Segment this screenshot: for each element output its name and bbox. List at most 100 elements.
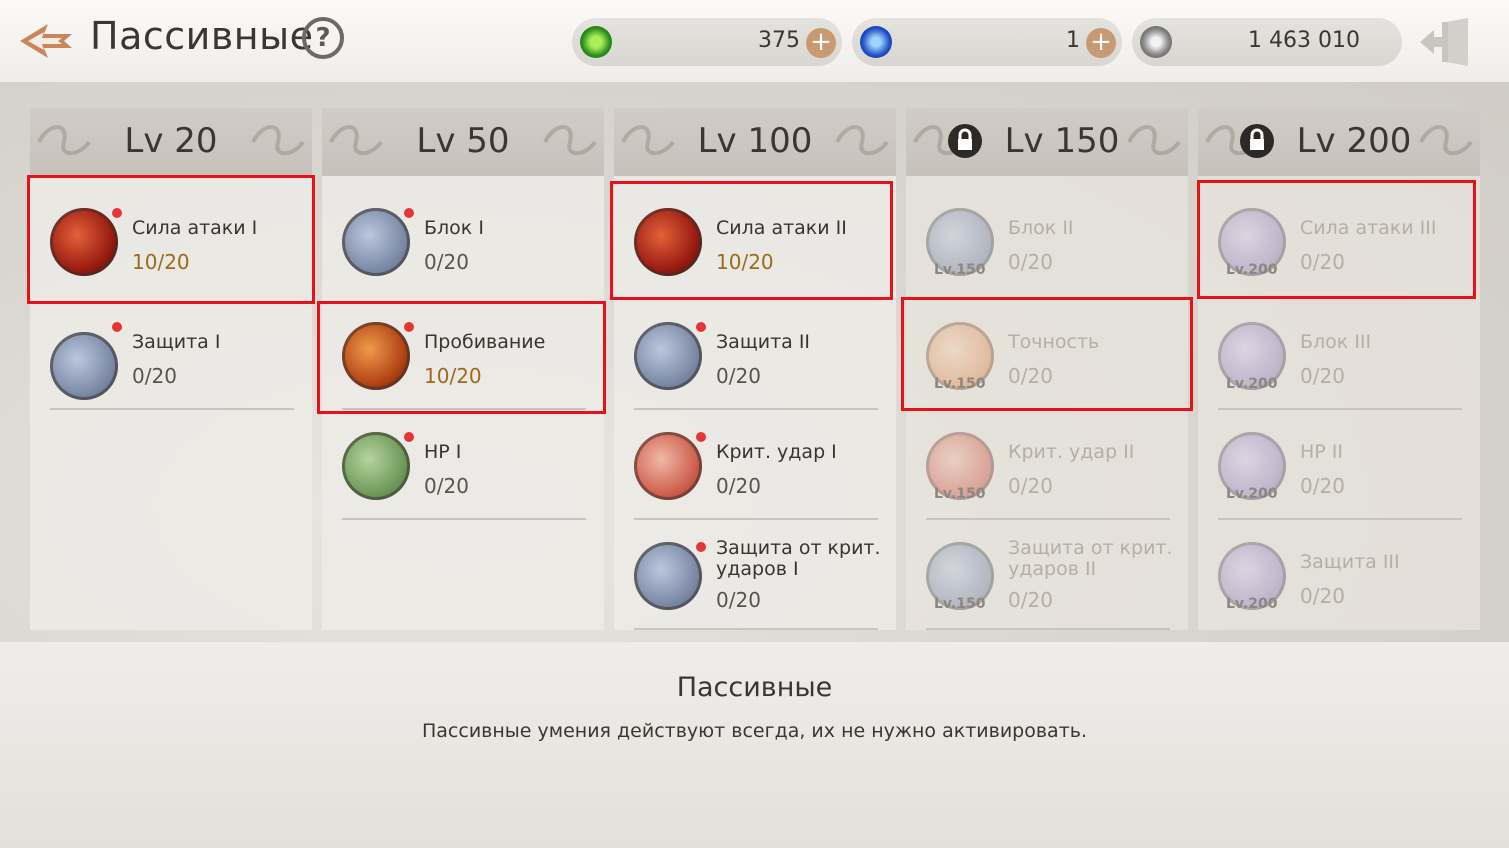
- skill-progress: 10/20: [132, 250, 190, 274]
- currency-blue: 1 +: [852, 18, 1122, 66]
- level-label: Lv 100: [697, 121, 813, 161]
- skill-name: Защита от крит. ударов II: [1008, 537, 1173, 580]
- add-green-currency-button[interactable]: +: [806, 28, 836, 58]
- ornament-icon: [835, 125, 889, 156]
- skill-name: Пробивание: [424, 331, 546, 353]
- level-requirement-tag: Lv.200: [1226, 376, 1278, 392]
- level-label: Lv 50: [416, 121, 510, 161]
- skill-crit-1[interactable]: Крит. удар I 0/20: [614, 410, 896, 520]
- lock-icon: [1240, 124, 1274, 158]
- page-title: Пассивные: [90, 14, 314, 58]
- skill-defense-2[interactable]: Защита II 0/20: [614, 300, 896, 410]
- silver-coin-icon: [1140, 26, 1172, 58]
- skill-progress: 0/20: [424, 474, 469, 498]
- skill-progress: 0/20: [1008, 250, 1053, 274]
- level-requirement-tag: Lv.150: [934, 262, 986, 278]
- shield-lock-icon: [50, 332, 118, 400]
- description-title: Пассивные: [676, 672, 833, 703]
- level-label: Lv 150: [1004, 121, 1120, 161]
- skill-crit-defense-1[interactable]: Защита от крит. ударов I 0/20: [614, 520, 896, 630]
- skill-progress: 0/20: [1008, 474, 1053, 498]
- skill-progress: 0/20: [1008, 364, 1053, 388]
- currency-green: 375 +: [572, 18, 842, 66]
- exit-door-icon[interactable]: [1416, 16, 1472, 68]
- sword-icon: [634, 208, 702, 276]
- skill-progress: 0/20: [716, 474, 761, 498]
- ornament-icon: [543, 125, 597, 156]
- skill-progress: 0/20: [1008, 588, 1053, 612]
- skill-block-1[interactable]: Блок I 0/20: [322, 176, 604, 286]
- skill-block-3[interactable]: Lv.200 Блок III 0/20: [1198, 300, 1480, 410]
- skill-defense-1[interactable]: Защита I 0/20: [30, 300, 312, 410]
- sword-icon: [50, 208, 118, 276]
- level-label: Lv 20: [124, 121, 218, 161]
- skill-accuracy[interactable]: Lv.150 Точность 0/20: [906, 300, 1188, 410]
- currency-blue-value: 1: [1066, 28, 1080, 53]
- leaf-lock-icon: [342, 432, 410, 500]
- skill-name: HP II: [1300, 441, 1343, 463]
- level-column-200: Lv 200 Lv.200 Сила атаки III 0/20 Lv.200…: [1198, 108, 1480, 630]
- description-text: Пассивные умения действуют всегда, их не…: [422, 720, 1087, 742]
- new-indicator-dot: [696, 322, 706, 332]
- top-bar: Пассивные ? 375 + 1 + 1 463 010: [0, 0, 1509, 82]
- divider: [342, 518, 586, 520]
- skill-name: Защита III: [1300, 551, 1400, 573]
- new-indicator-dot: [696, 432, 706, 442]
- skill-name: Точность: [1008, 331, 1100, 353]
- level-label: Lv 200: [1296, 121, 1412, 161]
- skill-hp-2[interactable]: Lv.200 HP II 0/20: [1198, 410, 1480, 520]
- skill-progress: 0/20: [1300, 364, 1345, 388]
- shield-lock-icon: [342, 208, 410, 276]
- currency-silver-value: 1 463 010: [1248, 28, 1360, 53]
- skill-attack-1[interactable]: Сила атаки I 10/20: [30, 176, 312, 286]
- crit-lock-icon: [634, 432, 702, 500]
- level-column-100: Lv 100 Сила атаки II 10/20 Защита II 0/2…: [614, 108, 896, 630]
- level-requirement-tag: Lv.200: [1226, 262, 1278, 278]
- new-indicator-dot: [696, 542, 706, 552]
- skill-progress: 0/20: [716, 588, 761, 612]
- new-indicator-dot: [404, 208, 414, 218]
- divider: [634, 628, 878, 630]
- currency-green-value: 375: [758, 28, 800, 53]
- skill-hp-1[interactable]: HP I 0/20: [322, 410, 604, 520]
- help-button[interactable]: ?: [302, 17, 344, 59]
- green-swirl-currency-icon: [580, 26, 612, 58]
- skill-progress: 0/20: [716, 364, 761, 388]
- level-column-150: Lv 150 Lv.150 Блок II 0/20 Lv.150 Точнос…: [906, 108, 1188, 630]
- lock-icon: [948, 124, 982, 158]
- skill-name: Блок I: [424, 217, 484, 239]
- skill-name: Защита от крит. ударов I: [716, 537, 881, 580]
- shield-lock-icon: [634, 542, 702, 610]
- level-requirement-tag: Lv.150: [934, 376, 986, 392]
- skill-progress: 10/20: [424, 364, 482, 388]
- skill-crit-defense-2[interactable]: Lv.150 Защита от крит. ударов II 0/20: [906, 520, 1188, 630]
- skill-defense-3[interactable]: Lv.200 Защита III 0/20: [1198, 520, 1480, 630]
- skill-name: Блок III: [1300, 331, 1372, 353]
- skill-name: Сила атаки II: [716, 217, 847, 239]
- skill-attack-2[interactable]: Сила атаки II 10/20: [614, 176, 896, 286]
- skill-crit-2[interactable]: Lv.150 Крит. удар II 0/20: [906, 410, 1188, 520]
- level-column-50: Lv 50 Блок I 0/20 Пробивание 10/20 HP I …: [322, 108, 604, 630]
- level-header: Lv 20: [30, 108, 312, 176]
- level-requirement-tag: Lv.150: [934, 486, 986, 502]
- skill-name: Защита II: [716, 331, 811, 353]
- ornament-icon: [1419, 125, 1473, 156]
- pierce-icon: [342, 322, 410, 390]
- new-indicator-dot: [112, 322, 122, 332]
- description-panel: Пассивные Пассивные умения действуют все…: [0, 642, 1509, 848]
- skill-block-2[interactable]: Lv.150 Блок II 0/20: [906, 176, 1188, 286]
- new-indicator-dot: [404, 322, 414, 332]
- currency-silver: 1 463 010: [1132, 18, 1402, 66]
- skill-name: Сила атаки III: [1300, 217, 1437, 239]
- back-arrow-icon[interactable]: [14, 18, 74, 64]
- skill-pierce[interactable]: Пробивание 10/20: [322, 300, 604, 410]
- skill-name: Сила атаки I: [132, 217, 258, 239]
- skill-attack-3[interactable]: Lv.200 Сила атаки III 0/20: [1198, 176, 1480, 286]
- skill-progress: 0/20: [1300, 250, 1345, 274]
- skill-name: HP I: [424, 441, 462, 463]
- ornament-icon: [329, 125, 383, 156]
- add-blue-currency-button[interactable]: +: [1086, 28, 1116, 58]
- skill-progress: 0/20: [1300, 474, 1345, 498]
- level-requirement-tag: Lv.200: [1226, 486, 1278, 502]
- blue-flame-currency-icon: [860, 26, 892, 58]
